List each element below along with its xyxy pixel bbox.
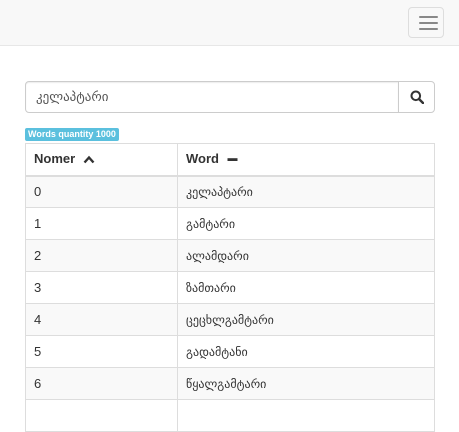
hamburger-bar (419, 22, 438, 24)
cell-word: წყალგამტარი (177, 367, 435, 400)
hamburger-bar (419, 28, 438, 30)
search-icon (410, 90, 424, 104)
cell-nomer: 3 (25, 271, 178, 304)
cell-word (177, 399, 435, 432)
cell-nomer: 0 (25, 175, 178, 208)
hamburger-menu-icon (419, 16, 438, 18)
cell-nomer: 4 (25, 303, 178, 336)
cell-word: გამტარი (177, 207, 435, 240)
cell-word: ცეცხლგამტარი (177, 303, 435, 336)
navbar-toggle-button[interactable] (408, 7, 444, 38)
words-table: Nomer Word 0 კელაპტარი 1 გამტარი 2 ალამდ… (25, 143, 435, 432)
table-row: 4 ცეცხლგამტარი (25, 303, 435, 336)
cell-nomer: 2 (25, 239, 178, 272)
sort-ascending-icon (83, 152, 95, 167)
words-quantity-badge: Words quantity 1000 (25, 128, 119, 141)
minus-icon (227, 152, 238, 167)
column-header-label: Word (186, 151, 219, 167)
cell-nomer (25, 399, 178, 432)
table-row: 5 გადამტანი (25, 335, 435, 368)
table-header-row: Nomer Word (25, 143, 435, 177)
column-header-nomer[interactable]: Nomer (25, 143, 178, 177)
cell-word: კელაპტარი (177, 175, 435, 208)
search-button[interactable] (398, 81, 435, 113)
table-row: 0 კელაპტარი (25, 175, 435, 208)
cell-nomer: 1 (25, 207, 178, 240)
table-row: 3 ზამთარი (25, 271, 435, 304)
cell-word: ზამთარი (177, 271, 435, 304)
cell-word: ალამდარი (177, 239, 435, 272)
cell-nomer: 5 (25, 335, 178, 368)
search-group (25, 81, 435, 113)
table-row: 1 გამტარი (25, 207, 435, 240)
table-row: 6 წყალგამტარი (25, 367, 435, 400)
cell-word: გადამტანი (177, 335, 435, 368)
navbar (0, 0, 459, 46)
column-header-label: Nomer (34, 151, 76, 167)
column-header-word[interactable]: Word (177, 143, 435, 177)
cell-nomer: 6 (25, 367, 178, 400)
table-row (25, 399, 435, 432)
table-row: 2 ალამდარი (25, 239, 435, 272)
search-input[interactable] (25, 81, 399, 113)
table-body: 0 კელაპტარი 1 გამტარი 2 ალამდარი 3 ზამთა… (25, 175, 435, 432)
